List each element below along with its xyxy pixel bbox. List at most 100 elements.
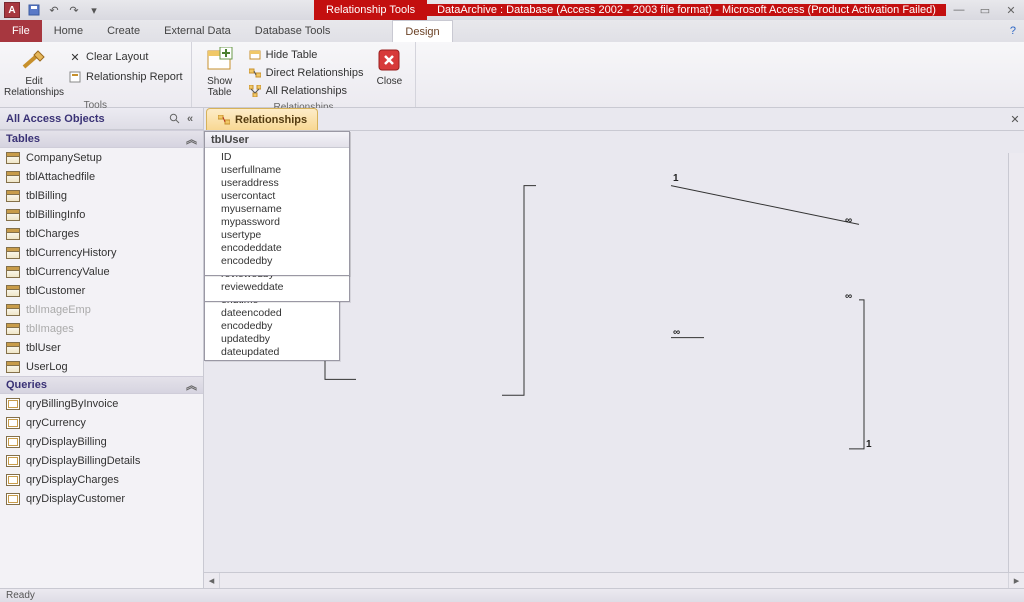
nav-group-tables-label: Tables bbox=[6, 133, 40, 145]
table-icon bbox=[6, 171, 20, 183]
table-icon bbox=[6, 209, 20, 221]
clear-layout-button[interactable]: ✕Clear Layout bbox=[66, 48, 185, 66]
scroll-left-icon[interactable]: ◂ bbox=[204, 573, 220, 588]
table-icon bbox=[6, 323, 20, 335]
nav-group-queries-label: Queries bbox=[6, 379, 47, 391]
nav-item-companysetup[interactable]: CompanySetup bbox=[0, 148, 203, 167]
field-encodedby[interactable]: encodedby bbox=[205, 319, 339, 332]
restore-button[interactable]: ▭ bbox=[972, 1, 998, 19]
field-updatedby[interactable]: updatedby bbox=[205, 332, 339, 345]
chevron-up-icon: ︽ bbox=[186, 377, 197, 393]
nav-item-tblbilling[interactable]: tblBilling bbox=[0, 186, 203, 205]
tab-file[interactable]: File bbox=[0, 20, 42, 42]
nav-item-userlog[interactable]: UserLog bbox=[0, 357, 203, 376]
relationships-canvas[interactable]: tblBillingInfo IDinvoicenochargenamechar… bbox=[204, 130, 1024, 588]
edit-relationships-button[interactable]: Edit Relationships bbox=[6, 44, 62, 98]
hide-table-button[interactable]: Hide Table bbox=[246, 46, 366, 64]
direct-relationships-button[interactable]: Direct Relationships bbox=[246, 64, 366, 82]
field-myusername[interactable]: myusername bbox=[205, 202, 349, 215]
document-tab-label: Relationships bbox=[235, 114, 307, 126]
all-relationships-label: All Relationships bbox=[266, 85, 347, 97]
tab-external-data[interactable]: External Data bbox=[152, 20, 243, 42]
table-icon bbox=[6, 266, 20, 278]
nav-item-qrycurrency[interactable]: qryCurrency bbox=[0, 413, 203, 432]
field-userfullname[interactable]: userfullname bbox=[205, 163, 349, 176]
tab-create[interactable]: Create bbox=[95, 20, 152, 42]
query-icon bbox=[6, 493, 20, 505]
nav-item-tblimages[interactable]: tblImages bbox=[0, 319, 203, 338]
nav-item-label: tblAttachedfile bbox=[26, 171, 95, 183]
nav-item-qrybillingbyinvoice[interactable]: qryBillingByInvoice bbox=[0, 394, 203, 413]
nav-item-tblcurrencyhistory[interactable]: tblCurrencyHistory bbox=[0, 243, 203, 262]
field-usertype[interactable]: usertype bbox=[205, 228, 349, 241]
status-text: Ready bbox=[6, 590, 35, 601]
chevron-up-icon: ︽ bbox=[186, 131, 197, 147]
shutter-collapse-icon[interactable]: « bbox=[183, 112, 197, 126]
field-dateencoded[interactable]: dateencoded bbox=[205, 306, 339, 319]
table-window-tbluser[interactable]: tblUser IDuserfullnameuseraddressusercon… bbox=[204, 131, 350, 276]
show-table-button[interactable]: Show Table bbox=[198, 44, 242, 98]
field-dateupdated[interactable]: dateupdated bbox=[205, 345, 339, 358]
relationship-report-button[interactable]: Relationship Report bbox=[66, 68, 185, 86]
nav-item-label: tblCurrencyHistory bbox=[26, 247, 116, 259]
nav-item-qrydisplaycustomer[interactable]: qryDisplayCustomer bbox=[0, 489, 203, 508]
cardinality-label: 1 bbox=[866, 439, 872, 450]
ribbon-group-tools: Edit Relationships ✕Clear Layout Relatio… bbox=[0, 42, 192, 107]
nav-item-tblcharges[interactable]: tblCharges bbox=[0, 224, 203, 243]
nav-item-label: tblImages bbox=[26, 323, 74, 335]
ribbon-group-relationships: Show Table Hide Table Direct Relationshi… bbox=[192, 42, 417, 107]
nav-item-tblcurrencyvalue[interactable]: tblCurrencyValue bbox=[0, 262, 203, 281]
nav-pane-header[interactable]: All Access Objects « bbox=[0, 108, 203, 130]
field-encodeddate[interactable]: encodeddate bbox=[205, 241, 349, 254]
nav-item-label: qryDisplayCustomer bbox=[26, 493, 125, 505]
document-close-button[interactable]: ✕ bbox=[1006, 108, 1024, 130]
help-icon[interactable]: ? bbox=[1002, 20, 1024, 42]
field-id[interactable]: ID bbox=[205, 150, 349, 163]
table-icon bbox=[6, 361, 20, 373]
table-title[interactable]: tblUser bbox=[205, 132, 349, 148]
vertical-scrollbar[interactable] bbox=[1008, 153, 1024, 572]
nav-item-tblbillinginfo[interactable]: tblBillingInfo bbox=[0, 205, 203, 224]
nav-item-tblimageemp[interactable]: tblImageEmp bbox=[0, 300, 203, 319]
scroll-right-icon[interactable]: ▸ bbox=[1008, 573, 1024, 588]
table-icon bbox=[6, 342, 20, 354]
minimize-button[interactable]: ― bbox=[946, 1, 972, 19]
close-button[interactable]: Close bbox=[369, 44, 409, 87]
field-revieweddate[interactable]: revieweddate bbox=[205, 280, 349, 293]
nav-item-label: UserLog bbox=[26, 361, 68, 373]
nav-item-label: tblBilling bbox=[26, 190, 67, 202]
nav-group-queries[interactable]: Queries ︽ bbox=[0, 376, 203, 394]
tab-database-tools[interactable]: Database Tools bbox=[243, 20, 343, 42]
app-icon: A bbox=[4, 2, 20, 18]
field-useraddress[interactable]: useraddress bbox=[205, 176, 349, 189]
qat-redo-icon[interactable]: ↷ bbox=[66, 2, 82, 18]
close-window-button[interactable]: ✕ bbox=[998, 1, 1024, 19]
tab-design[interactable]: Design bbox=[392, 20, 452, 42]
main-area: All Access Objects « Tables ︽ CompanySetu… bbox=[0, 108, 1024, 588]
nav-item-qrydisplaybillingdetails[interactable]: qryDisplayBillingDetails bbox=[0, 451, 203, 470]
cardinality-label: 1 bbox=[673, 173, 679, 184]
nav-item-qrydisplaybilling[interactable]: qryDisplayBilling bbox=[0, 432, 203, 451]
nav-item-tblcustomer[interactable]: tblCustomer bbox=[0, 281, 203, 300]
nav-item-tblattachedfile[interactable]: tblAttachedfile bbox=[0, 167, 203, 186]
nav-item-qrydisplaycharges[interactable]: qryDisplayCharges bbox=[0, 470, 203, 489]
relationships-icon bbox=[217, 114, 231, 126]
document-tab-relationships[interactable]: Relationships bbox=[206, 108, 318, 130]
edit-relationships-label: Edit Relationships bbox=[4, 76, 64, 98]
qat-save-icon[interactable] bbox=[26, 2, 42, 18]
nav-item-label: qryDisplayBillingDetails bbox=[26, 455, 140, 467]
search-icon[interactable] bbox=[167, 112, 181, 126]
nav-item-tbluser[interactable]: tblUser bbox=[0, 338, 203, 357]
field-usercontact[interactable]: usercontact bbox=[205, 189, 349, 202]
nav-item-label: qryBillingByInvoice bbox=[26, 398, 118, 410]
qat-dropdown-icon[interactable]: ▾ bbox=[86, 2, 102, 18]
tab-home[interactable]: Home bbox=[42, 20, 95, 42]
horizontal-scrollbar[interactable]: ◂ ▸ bbox=[204, 572, 1024, 588]
all-relationships-button[interactable]: All Relationships bbox=[246, 82, 366, 100]
nav-group-tables[interactable]: Tables ︽ bbox=[0, 130, 203, 148]
nav-item-label: qryCurrency bbox=[26, 417, 86, 429]
field-encodedby[interactable]: encodedby bbox=[205, 254, 349, 267]
document-tab-bar: Relationships ✕ bbox=[204, 108, 1024, 130]
field-mypassword[interactable]: mypassword bbox=[205, 215, 349, 228]
qat-undo-icon[interactable]: ↶ bbox=[46, 2, 62, 18]
